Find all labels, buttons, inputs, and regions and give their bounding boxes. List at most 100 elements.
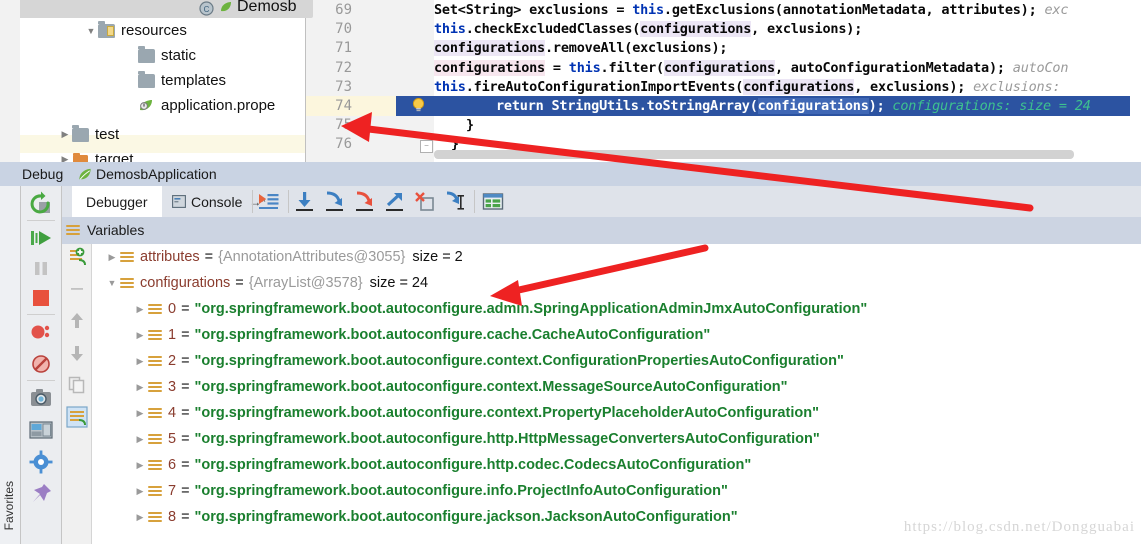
force-step-into-icon[interactable] [354, 191, 376, 213]
resume-program-icon[interactable] [27, 224, 55, 252]
watermark-text: https://blog.csdn.net/Dongguabai [903, 519, 1135, 535]
view-breakpoints-icon[interactable] [27, 318, 55, 346]
rerun-icon[interactable] [27, 190, 55, 218]
debug-title-label: Debug [22, 166, 64, 182]
step-into-icon[interactable] [324, 191, 346, 213]
stop-icon[interactable] [27, 284, 55, 312]
array-item-row[interactable]: ▶ 2 = "org.springframework.boot.autoconfigu… [92, 348, 844, 374]
project-tree-item[interactable]: ▼ resources [20, 18, 187, 43]
expand-twisty[interactable]: ▼ [104, 278, 120, 288]
variable-row[interactable]: ▼ configurations = {ArrayList@3578} size = 2… [92, 270, 429, 296]
evaluate-expression-icon[interactable] [482, 191, 504, 213]
favorites-label[interactable]: Favorites [2, 481, 16, 530]
variable-value-icon [148, 355, 162, 367]
project-tree-item-label: test [95, 126, 120, 143]
step-over-icon[interactable] [294, 191, 316, 213]
array-item-row[interactable]: ▶ 6 = "org.springframework.boot.autoconfigu… [92, 452, 752, 478]
code-token: this [632, 2, 664, 18]
variables-icon [66, 224, 80, 236]
tree-twisty[interactable]: ▶ [58, 129, 72, 140]
variables-tree[interactable]: ▶ attributes = {AnnotationAttributes@3055} s… [92, 244, 1141, 544]
code-line: configurations = this.filter(configurati… [434, 59, 1068, 76]
editor-vertical-scrollbar[interactable] [1130, 0, 1141, 162]
run-to-cursor-icon[interactable] [444, 191, 466, 213]
code-token: .checkExcludedClasses( [465, 21, 641, 38]
expand-twisty[interactable]: ▶ [132, 382, 148, 393]
remove-watch-icon[interactable] [66, 278, 88, 300]
code-token: configurations [640, 21, 752, 38]
copy-value-icon[interactable] [66, 374, 88, 396]
expand-twisty[interactable]: ▶ [132, 434, 148, 445]
settings-icon[interactable] [27, 448, 55, 476]
equals-sign: = [181, 379, 190, 395]
code-token: Set<String> exclusions = [434, 2, 633, 18]
expand-twisty[interactable]: ▶ [104, 252, 120, 263]
expand-twisty[interactable]: ▶ [132, 408, 148, 419]
variable-name: configurations [140, 275, 231, 291]
add-watch-icon[interactable] [66, 246, 88, 268]
expand-twisty[interactable]: ▶ [132, 512, 148, 523]
debug-actions-sidebar[interactable] [21, 186, 62, 544]
equals-sign: = [181, 301, 190, 317]
favorites-strip-bottom[interactable]: Favorites [0, 186, 21, 544]
drop-frame-icon[interactable] [414, 191, 436, 213]
intention-bulb-icon[interactable] [410, 97, 427, 114]
project-tree-item[interactable]: static [20, 43, 196, 68]
get-thread-dump-icon[interactable] [27, 384, 55, 412]
project-tree-item[interactable]: ▶ test [20, 122, 119, 147]
project-tree-panel[interactable]: ▼ resources static templates application.pro… [20, 0, 306, 162]
pause-program-icon[interactable] [27, 254, 55, 282]
variable-name: attributes [140, 249, 200, 265]
expand-twisty[interactable]: ▶ [132, 304, 148, 315]
variables-panel-header: Variables [62, 217, 1141, 244]
svg-text:C: C [204, 5, 210, 14]
array-item-row[interactable]: ▶ 4 = "org.springframework.boot.autoconfigu… [92, 400, 819, 426]
array-item-row[interactable]: ▶ 1 = "org.springframework.boot.autoconfigu… [92, 322, 711, 348]
tree-twisty[interactable]: ▶ [58, 154, 72, 162]
expand-twisty[interactable]: ▶ [132, 486, 148, 497]
code-line: Set<String> exclusions = this.getExclusi… [434, 2, 1068, 18]
tab-console[interactable]: Console →* [166, 186, 272, 217]
project-tree-item[interactable]: ▶ target [20, 147, 133, 162]
mute-breakpoints-icon[interactable] [27, 350, 55, 378]
step-out-icon[interactable] [384, 191, 406, 213]
editor-horizontal-scrollbar[interactable] [434, 150, 1074, 159]
debug-run-config-label: DemosbApplication [96, 166, 217, 182]
variable-value-icon [148, 459, 162, 471]
project-tree-item[interactable]: templates [20, 68, 226, 93]
tree-twisty[interactable]: ▼ [84, 26, 98, 36]
restore-layout-icon[interactable] [27, 416, 55, 444]
array-index: 3 [168, 379, 177, 395]
spring-leaf-icon [79, 168, 91, 180]
code-token: StringUtils.toStringArray( [543, 98, 758, 114]
equals-sign: = [181, 509, 190, 525]
code-fold-marker[interactable]: − [420, 140, 433, 153]
array-item-row[interactable]: ▶ 0 = "org.springframework.boot.autoconfigu… [92, 296, 868, 322]
project-tree-item[interactable]: application.prope [20, 93, 275, 118]
array-item-row[interactable]: ▶ 5 = "org.springframework.boot.autoconfigu… [92, 426, 820, 452]
variable-value-icon [148, 511, 162, 523]
target-folder-icon [72, 152, 89, 162]
debug-tabs-bar: Debugger Console →* [62, 186, 1141, 217]
project-tree-item-label: templates [161, 72, 227, 89]
variables-gutter[interactable] [62, 244, 92, 544]
debug-tool-window: Debug DemosbApplication Favorites Debugg… [0, 162, 1141, 544]
editor-tab-demosb[interactable]: C Demosb [193, 0, 313, 18]
move-up-icon[interactable] [66, 310, 88, 332]
array-index: 4 [168, 405, 177, 421]
move-down-icon[interactable] [66, 342, 88, 364]
resources-folder-icon [98, 20, 115, 38]
expand-twisty[interactable]: ▶ [132, 356, 148, 367]
variable-row[interactable]: ▶ attributes = {AnnotationAttributes@3055} s… [92, 244, 463, 270]
code-editor[interactable]: 69 70 71 72 73 74 75 76 Set<String> exclusions … [306, 0, 1141, 162]
array-item-row[interactable]: ▶ 7 = "org.springframework.boot.autoconfigu… [92, 478, 728, 504]
array-item-row[interactable]: ▶ 8 = "org.springframework.boot.autoconfigu… [92, 504, 738, 530]
inspect-icon[interactable] [66, 406, 88, 428]
array-item-row[interactable]: ▶ 3 = "org.springframework.boot.autoconfigu… [92, 374, 788, 400]
pin-tab-icon[interactable] [27, 480, 55, 508]
code-line: this.checkExcludedClasses(configurations… [434, 21, 862, 38]
tab-debugger[interactable]: Debugger [72, 186, 162, 217]
expand-twisty[interactable]: ▶ [132, 460, 148, 471]
expand-twisty[interactable]: ▶ [132, 330, 148, 341]
show-execution-point-icon[interactable] [258, 191, 280, 213]
